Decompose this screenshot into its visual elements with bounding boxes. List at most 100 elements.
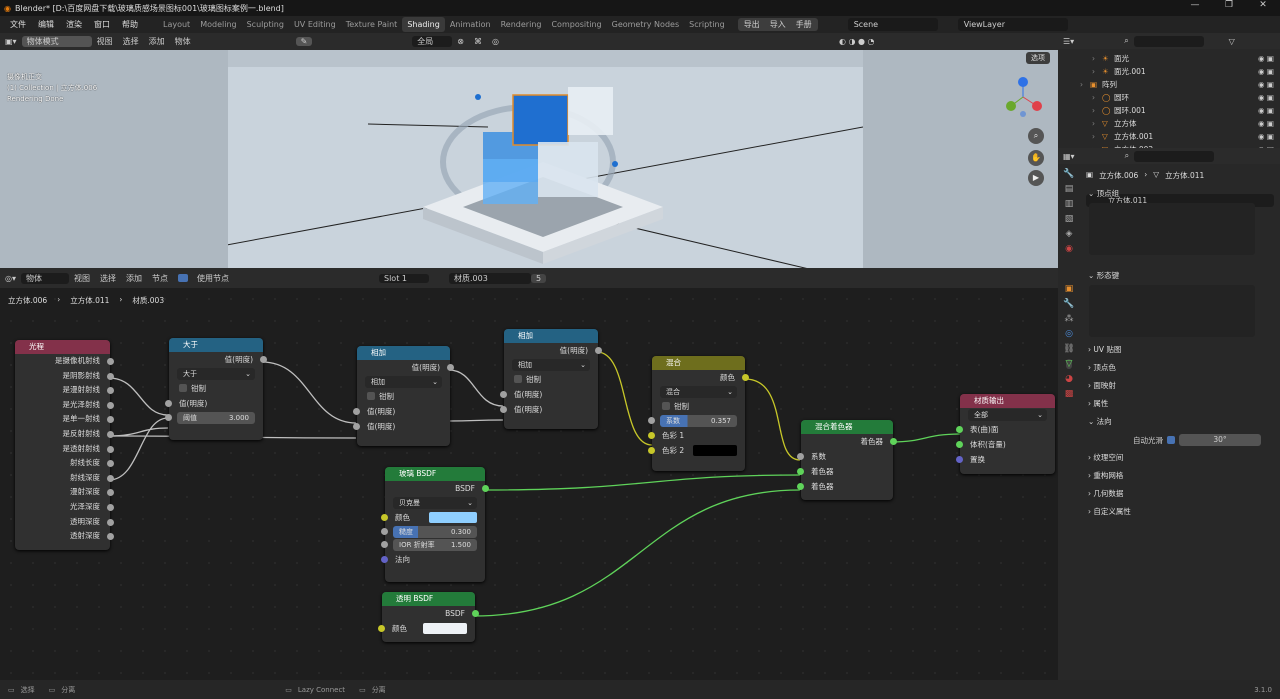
node-menu-node[interactable]: 节点 [147, 273, 173, 284]
socket[interactable] [165, 414, 172, 421]
outliner-item[interactable]: › ◯ 圆环 ◉ ▣ [1058, 91, 1280, 104]
tab-sculpting[interactable]: Sculpting [242, 17, 289, 32]
shape-keys-list[interactable] [1089, 285, 1255, 337]
node-glass-title[interactable]: 玻璃 BSDF [385, 467, 485, 481]
socket[interactable] [890, 438, 897, 445]
constraints-tab-icon[interactable]: ⛓ [1063, 344, 1074, 354]
node-menu-view[interactable]: 视图 [69, 273, 95, 284]
tab-compositing[interactable]: Compositing [546, 17, 606, 32]
socket[interactable] [353, 423, 360, 430]
properties-type-icon[interactable]: ▦▾ [1058, 152, 1080, 161]
socket[interactable] [472, 610, 479, 617]
socket[interactable] [381, 528, 388, 535]
outliner-item[interactable]: › ◯ 圆环.001 ◉ ▣ [1058, 104, 1280, 117]
shader-type-selector[interactable]: 物体 [21, 272, 69, 284]
chevron-right-icon[interactable]: › [1092, 117, 1102, 130]
tab-texture-paint[interactable]: Texture Paint [341, 17, 403, 32]
export-button[interactable]: 导出 [744, 19, 760, 30]
socket[interactable] [500, 406, 507, 413]
socket[interactable] [378, 625, 385, 632]
material-selector[interactable]: 材质.003 [449, 272, 531, 284]
add1-clamp[interactable]: 钳制 [357, 389, 450, 404]
socket[interactable] [797, 468, 804, 475]
outliner-item[interactable]: › ☀ 面光 ◉ ▣ [1058, 52, 1280, 65]
vertex-groups-list[interactable] [1089, 203, 1255, 255]
color-swatch-lightblue[interactable] [429, 512, 477, 523]
outliner-item[interactable]: › ☀ 面光.001 ◉ ▣ [1058, 65, 1280, 78]
physics-tab-icon[interactable]: ◎ [1065, 329, 1073, 339]
node-add-1-title[interactable]: 相加 [357, 346, 450, 360]
ior-field[interactable]: IOR 折射率 1.500 [381, 539, 477, 551]
node-mix-shader-title[interactable]: 混合着色器 [801, 420, 893, 434]
output-tab-icon[interactable]: ▥ [1065, 199, 1074, 209]
proportional-icon[interactable]: ◎ [487, 37, 504, 46]
visibility-icon[interactable]: ◉ ▣ [1258, 104, 1274, 117]
node-light-path[interactable]: 光程 是摄像机射线 是阴影射线 是漫射射线 是光泽射线 是单一射线 是反射射线 是透射射线射… [15, 340, 114, 550]
view-layer-selector[interactable]: ViewLayer [957, 18, 1068, 31]
panel-face-maps[interactable]: › 面映射 [1083, 377, 1273, 395]
chevron-right-icon[interactable]: › [1080, 78, 1090, 91]
node-add-2[interactable]: 相加 值(明度) 相加 ⌄ 钳制 值(明度) 值(明度) [500, 329, 602, 429]
threshold-field[interactable]: 阈值 3.000 [165, 412, 255, 424]
maximize-button[interactable]: ❐ [1212, 0, 1246, 10]
tab-rendering[interactable]: Rendering [496, 17, 547, 32]
slot-selector[interactable]: Slot 1 [379, 273, 429, 283]
socket[interactable] [107, 401, 114, 409]
search-icon[interactable]: ⌕ [1119, 36, 1133, 46]
socket[interactable] [595, 347, 602, 354]
node-add-2-title[interactable]: 相加 [504, 329, 598, 343]
editor-type-icon[interactable]: ▣▾ [0, 37, 22, 46]
add2-operation-dropdown[interactable]: 相加 ⌄ [512, 359, 590, 371]
greater-clamp[interactable]: 钳制 [169, 381, 263, 396]
tab-scripting[interactable]: Scripting [684, 17, 730, 32]
socket[interactable] [107, 358, 114, 365]
viewport-menu-object[interactable]: 物体 [170, 36, 196, 47]
viewport-menu-add[interactable]: 添加 [144, 36, 170, 47]
node-output-title[interactable]: 材质输出 [960, 394, 1055, 408]
tab-layout[interactable]: Layout [158, 17, 195, 32]
node-transparent-bsdf[interactable]: 透明 BSDF BSDF 颜色 [378, 592, 479, 642]
tab-animation[interactable]: Animation [445, 17, 496, 32]
chevron-right-icon[interactable]: › [1092, 104, 1102, 117]
socket[interactable] [956, 456, 963, 463]
orientation-selector[interactable]: 全局 [412, 36, 453, 47]
menu-help[interactable]: 帮助 [116, 19, 144, 30]
socket[interactable] [648, 417, 655, 424]
node-material-output[interactable]: 材质输出 全部 ⌄ 表(曲)面 体积(音量) 置换 [956, 394, 1055, 474]
panel-uv-maps[interactable]: › UV 贴图 [1083, 341, 1273, 359]
greater-operation-dropdown[interactable]: 大于 ⌄ [177, 368, 255, 380]
outliner-type-icon[interactable]: ☰▾ [1058, 37, 1079, 46]
view-layer-tab-icon[interactable]: ▧ [1065, 214, 1074, 224]
material-users[interactable]: 5 [531, 273, 547, 283]
node-menu-add[interactable]: 添加 [121, 273, 147, 284]
pivot-icon[interactable]: ⊗ [452, 37, 469, 46]
socket[interactable] [797, 483, 804, 490]
color-swatch-white[interactable] [423, 623, 467, 634]
search-icon[interactable]: ⌕ [1120, 151, 1134, 161]
material-tab-icon[interactable]: ◕ [1065, 374, 1073, 384]
object-tab-icon[interactable]: ▣ [1065, 284, 1074, 294]
node-mix-title[interactable]: 混合 [652, 356, 745, 370]
socket[interactable] [107, 474, 114, 482]
tab-shading[interactable]: Shading [402, 17, 445, 32]
socket[interactable] [956, 441, 963, 448]
render-tab-icon[interactable]: ▤ [1065, 184, 1074, 194]
node-editor-type-icon[interactable]: ◎▾ [0, 274, 21, 283]
visibility-icon[interactable]: ◉ ▣ [1258, 78, 1274, 91]
world-tab-icon[interactable]: ◉ [1065, 244, 1073, 254]
chevron-right-icon[interactable]: › [1092, 52, 1102, 65]
visibility-icon[interactable]: ◉ ▣ [1258, 52, 1274, 65]
socket[interactable] [447, 364, 454, 371]
add2-clamp[interactable]: 钳制 [504, 372, 598, 387]
scene-selector[interactable]: Scene [847, 18, 938, 31]
panel-vertex-colors[interactable]: › 顶点色 [1083, 359, 1273, 377]
socket[interactable] [482, 485, 489, 492]
panel-custom-properties[interactable]: › 自定义属性 [1083, 503, 1273, 521]
viewport-shading-icon[interactable]: ◐ ◑ ● ◔ [834, 37, 880, 46]
node-transparent-title[interactable]: 透明 BSDF [382, 592, 475, 606]
minimize-button[interactable]: — [1178, 0, 1212, 10]
node-editor[interactable]: 立方体.006 › 立方体.011 › 材质.003 光程 是摄像机射线 是阴影射线是… [0, 288, 1058, 680]
socket[interactable] [165, 400, 172, 407]
menu-window[interactable]: 窗口 [88, 19, 116, 30]
socket[interactable] [648, 447, 655, 454]
